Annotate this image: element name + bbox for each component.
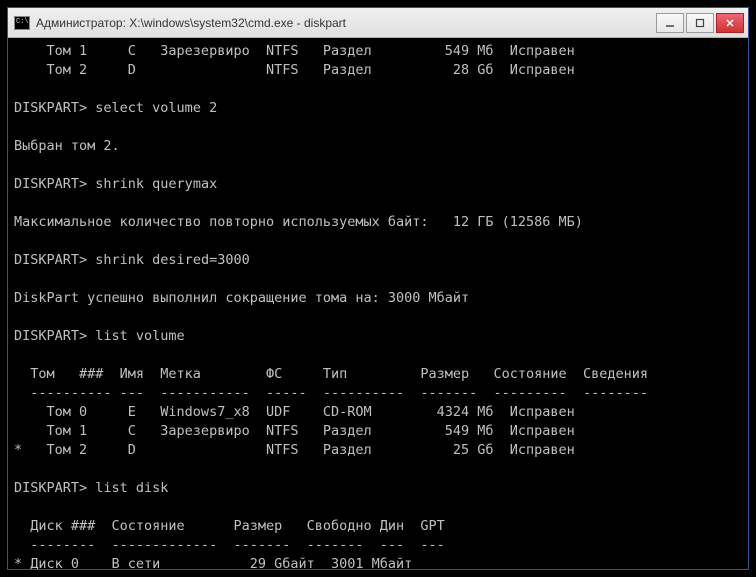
table-header: Том ### Имя Метка ФС Тип Размер Состояни… xyxy=(14,366,648,382)
output-line: Максимальное количество повторно использ… xyxy=(14,214,583,230)
table-row: Том 1 C Зарезервиро NTFS Раздел 549 Mб И… xyxy=(14,423,575,439)
table-separator: ---------- --- ----------- ----- -------… xyxy=(14,385,648,401)
terminal-output[interactable]: Том 1 C Зарезервиро NTFS Раздел 549 Mб И… xyxy=(8,38,748,569)
table-row: * Том 2 D NTFS Раздел 25 Gб Исправен xyxy=(14,442,575,458)
command-text: list disk xyxy=(95,480,168,496)
table-row: Том 0 E Windows7_x8 UDF CD-ROM 4324 Mб И… xyxy=(14,404,575,420)
cmd-window: Администратор: X:\windows\system32\cmd.e… xyxy=(7,7,749,570)
cmd-icon xyxy=(14,16,30,30)
maximize-icon xyxy=(695,18,705,28)
close-button[interactable] xyxy=(716,13,744,33)
prompt-label: DISKPART> xyxy=(14,100,95,116)
table-separator: -------- ------------- ------- ------- -… xyxy=(14,537,445,553)
close-icon xyxy=(725,18,735,28)
command-text: shrink desired=3000 xyxy=(95,252,249,268)
output-line: Том 1 C Зарезервиро NTFS Раздел 549 Mб И… xyxy=(14,43,575,59)
command-text: select volume 2 xyxy=(95,100,217,116)
prompt-label: DISKPART> xyxy=(14,176,95,192)
maximize-button[interactable] xyxy=(686,13,714,33)
window-controls xyxy=(656,13,744,33)
minimize-button[interactable] xyxy=(656,13,684,33)
table-row: * Диск 0 В сети 29 Gбайт 3001 Mбайт xyxy=(14,556,412,569)
output-line: Том 2 D NTFS Раздел 28 Gб Исправен xyxy=(14,62,575,78)
minimize-icon xyxy=(665,18,675,28)
output-line: Выбран том 2. xyxy=(14,138,120,154)
prompt-label: DISKPART> xyxy=(14,480,95,496)
table-header: Диск ### Состояние Размер Свободно Дин G… xyxy=(14,518,445,534)
output-line: DiskPart успешно выполнил сокращение том… xyxy=(14,290,469,306)
command-text: list volume xyxy=(95,328,184,344)
prompt-label: DISKPART> xyxy=(14,252,95,268)
prompt-label: DISKPART> xyxy=(14,328,95,344)
command-text: shrink querymax xyxy=(95,176,217,192)
window-title: Администратор: X:\windows\system32\cmd.e… xyxy=(36,16,656,30)
titlebar[interactable]: Администратор: X:\windows\system32\cmd.e… xyxy=(8,8,748,38)
